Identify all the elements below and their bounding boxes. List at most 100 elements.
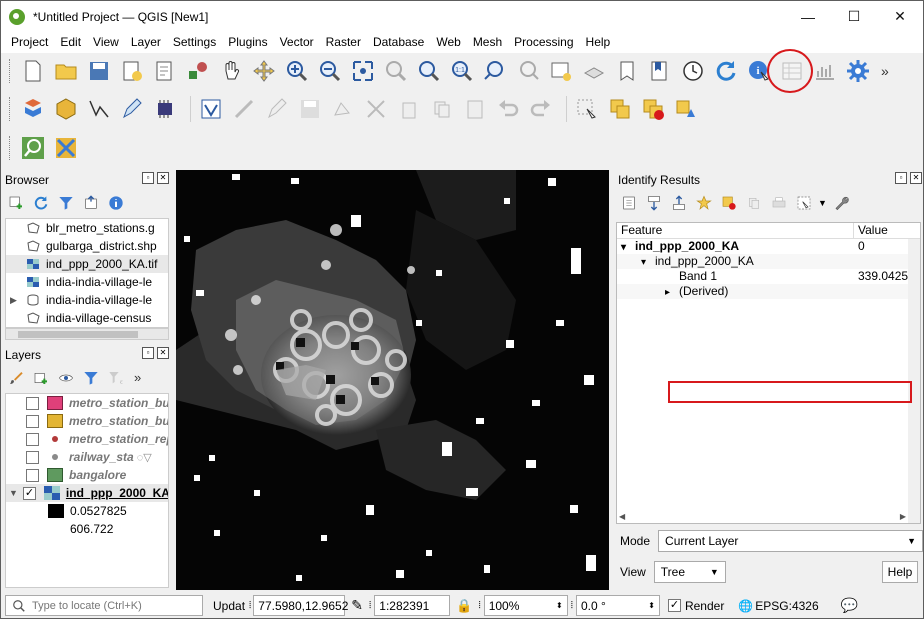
view-select[interactable]: Tree ▼ [653,561,726,583]
manage-visibility-button[interactable] [55,367,77,389]
browser-item[interactable]: blr_metro_stations.g [6,219,168,237]
processing-toolbox-button[interactable] [844,57,872,85]
digitize-line-button[interactable] [230,95,258,123]
statistical-summary-button[interactable] [811,57,839,85]
spin-arrows-icon[interactable]: ⬍ [556,601,563,610]
menu-plugins[interactable]: Plugins [222,33,273,52]
mode-select[interactable]: Current Layer ▼ [658,530,924,552]
collapse-all-button[interactable] [668,192,690,214]
delete-selected-button[interactable] [395,95,423,123]
cut-features-button[interactable] [428,95,456,123]
save-project-button[interactable] [85,57,113,85]
crs-globe-icon[interactable]: 🌐 [738,599,753,613]
identify-results-tree[interactable]: Feature Value ▾ ind_ppp_2000_KA 0 ▾ ind_pp… [616,222,921,524]
deselect-features-button[interactable] [639,95,667,123]
locate-plugin-button[interactable] [19,134,47,162]
layer-memory-button[interactable] [151,95,179,123]
scroll-right-arrow[interactable]: ▶ [900,512,906,521]
redo-button[interactable] [527,95,555,123]
layers-float-button[interactable]: ▫ [142,347,154,359]
layer-visibility-checkbox[interactable]: ✓ [22,486,36,500]
identify-mode-dropdown-arrow[interactable]: ▼ [818,192,827,214]
toolbar-overflow-button[interactable]: » [881,63,889,79]
minimize-button[interactable]: — [785,1,831,32]
help-button[interactable]: Help [882,561,918,583]
temporal-controller-button[interactable] [679,57,707,85]
layers-tree[interactable]: metro_station_buf metro_station_buf metr… [5,393,169,588]
layers-tools-overflow-button[interactable]: » [134,367,141,389]
scale-field[interactable]: 1:282391 [374,595,451,616]
layer-visibility-checkbox[interactable] [26,468,39,482]
browser-horizontal-scrollbar[interactable] [5,328,169,340]
feature-column-header[interactable]: Feature [617,223,854,238]
new-3d-view-button[interactable] [580,57,608,85]
lock-scale-icon[interactable]: 🔒 [456,598,472,614]
menu-project[interactable]: Project [5,33,54,52]
toolbar-grip[interactable] [9,59,13,83]
layer-visibility-checkbox[interactable] [26,396,39,410]
expand-tree-button[interactable] [618,192,640,214]
menu-layer[interactable]: Layer [125,33,167,52]
messages-icon[interactable]: 💬 [841,597,858,614]
spin-arrows-icon[interactable]: ⬍ [648,601,655,610]
filter-legend-button[interactable] [80,367,102,389]
identify-settings-button[interactable] [831,192,853,214]
new-geopackage-button[interactable] [52,95,80,123]
new-print-layout-button[interactable] [118,57,146,85]
zoom-out-button[interactable] [316,57,344,85]
zoom-full-button[interactable] [349,57,377,85]
layer-visibility-checkbox[interactable] [26,450,39,464]
select-by-value-button[interactable] [606,95,634,123]
digitize-vertex-button[interactable] [85,95,113,123]
qgis-plugin-button[interactable] [52,134,80,162]
paste-features-button[interactable] [461,95,489,123]
result-row[interactable]: ▸ (Derived) [617,284,920,299]
vertex-tool-button[interactable] [362,95,390,123]
collapse-arrow-icon[interactable]: ▼ [9,488,18,498]
identify-close-button[interactable]: ✕ [910,172,922,184]
zoom-next-button[interactable] [514,57,542,85]
layer-row[interactable]: metro_station_rep [6,430,168,448]
layer-visibility-checkbox[interactable] [26,432,39,446]
zoom-in-button[interactable] [283,57,311,85]
style-manager-button[interactable] [184,57,212,85]
browser-float-button[interactable]: ▫ [142,172,154,184]
bookmark-button[interactable] [613,57,641,85]
locator-search-input[interactable]: Type to locate (Ctrl+K) [5,595,203,616]
data-source-manager-button[interactable] [19,95,47,123]
menu-processing[interactable]: Processing [508,33,579,52]
expand-all-button[interactable] [643,192,665,214]
extents-toggle-icon[interactable]: ✎ [351,597,363,614]
new-project-button[interactable] [19,57,47,85]
refresh-button[interactable] [712,57,740,85]
layers-close-button[interactable]: ✕ [157,347,169,359]
select-features-button[interactable] [573,95,601,123]
add-feature-button[interactable] [329,95,357,123]
edit-layer-button[interactable] [197,95,225,123]
tree-arrow-icon[interactable]: ▸ [665,285,679,299]
digitize-pencil-button[interactable] [263,95,291,123]
filter-by-expression-button[interactable]: ε [105,367,127,389]
render-checkbox[interactable]: ✓ [667,599,681,612]
browser-item[interactable]: india-india-village-le [6,273,168,291]
print-results-button[interactable] [768,192,790,214]
menu-view[interactable]: View [87,33,125,52]
undo-button[interactable] [494,95,522,123]
menu-help[interactable]: Help [580,33,617,52]
collapse-all-button[interactable] [80,192,102,214]
identify-mode-button[interactable] [793,192,815,214]
refresh-browser-button[interactable] [30,192,52,214]
coordinate-field[interactable]: 77.5980,12.9652 [253,595,348,616]
menu-raster[interactable]: Raster [320,33,367,52]
select-location-button[interactable] [672,95,700,123]
menu-web[interactable]: Web [430,33,466,52]
menu-database[interactable]: Database [367,33,430,52]
copy-feature-button[interactable] [743,192,765,214]
magnifier-field[interactable]: 100% ⬍ [483,595,568,616]
expand-arrow-icon[interactable]: ▶ [10,295,22,306]
identify-float-button[interactable]: ▫ [895,172,907,184]
tree-arrow-icon[interactable]: ▾ [621,240,635,254]
zoom-last-button[interactable] [481,57,509,85]
browser-item[interactable]: india-village-census [6,309,168,327]
result-row[interactable]: ▾ ind_ppp_2000_KA 0 [617,239,920,254]
